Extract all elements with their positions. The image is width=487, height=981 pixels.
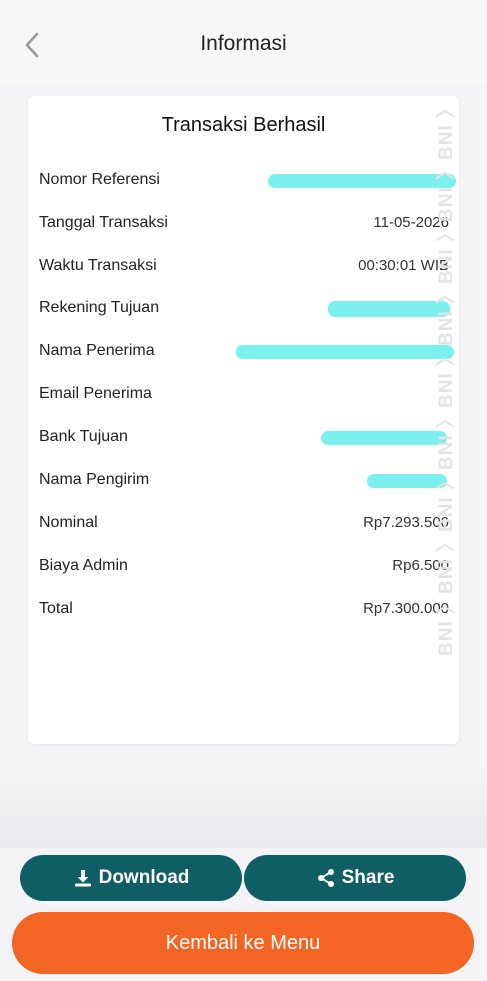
row-label: Waktu Transaksi: [39, 257, 157, 274]
row-tanggal-transaksi: Tanggal Transaksi 11-05-2026: [39, 210, 449, 238]
receipt-card: Transaksi Berhasil Nomor Referensi Tangg…: [28, 96, 459, 744]
row-label: Nominal: [39, 514, 98, 531]
row-bank-tujuan: Bank Tujuan: [39, 424, 449, 452]
redacted-value: [328, 301, 450, 317]
row-nominal: Nominal Rp7.293.500: [39, 510, 449, 538]
row-label: Tanggal Transaksi: [39, 214, 168, 231]
row-total: Total Rp7.300.000: [39, 596, 449, 624]
row-label: Nama Pengirim: [39, 471, 150, 488]
svg-text:BNI 〉BNI 〉BNI 〉BNI 〉BNI 〉BNI 〉: BNI 〉BNI 〉BNI 〉BNI 〉BNI 〉BNI 〉BNI 〉BNI 〉…: [434, 104, 457, 656]
row-rekening-tujuan: Rekening Tujuan: [39, 295, 450, 323]
row-nama-penerima: Nama Penerima: [39, 338, 454, 366]
row-nomor-referensi: Nomor Referensi: [39, 167, 456, 195]
app-header: Informasi: [0, 0, 487, 86]
download-button[interactable]: Download: [20, 855, 242, 901]
redacted-value: [321, 431, 447, 445]
row-email-penerima: Email Penerima: [39, 381, 449, 409]
redacted-value: [236, 345, 454, 359]
redacted-value: [268, 174, 456, 188]
row-label: Total: [39, 600, 73, 617]
receipt-title: Transaksi Berhasil: [161, 114, 326, 136]
download-label: Download: [98, 866, 190, 888]
row-label: Biaya Admin: [39, 557, 128, 574]
row-nama-pengirim: Nama Pengirim: [39, 467, 449, 495]
row-label: Nomor Referensi: [39, 171, 160, 188]
row-waktu-transaksi: Waktu Transaksi 00:30:01 WIB: [39, 253, 449, 281]
bni-watermark: BNI 〉BNI 〉BNI 〉BNI 〉BNI 〉BNI 〉BNI 〉BNI 〉…: [434, 104, 457, 656]
bottom-fade: [0, 768, 487, 848]
download-icon: [74, 869, 91, 887]
row-label: Email Penerima: [39, 385, 152, 402]
row-label: Rekening Tujuan: [39, 299, 160, 316]
row-label: Nama Penerima: [39, 342, 155, 359]
row-label: Bank Tujuan: [39, 428, 128, 445]
share-label: Share: [341, 866, 395, 888]
page-title: Informasi: [200, 32, 287, 55]
row-biaya-admin: Biaya Admin Rp6.500: [39, 553, 449, 581]
back-to-menu-button[interactable]: Kembali ke Menu: [12, 912, 474, 974]
share-icon: [317, 868, 334, 887]
share-button[interactable]: Share: [244, 855, 466, 901]
back-to-menu-label: Kembali ke Menu: [165, 931, 321, 954]
